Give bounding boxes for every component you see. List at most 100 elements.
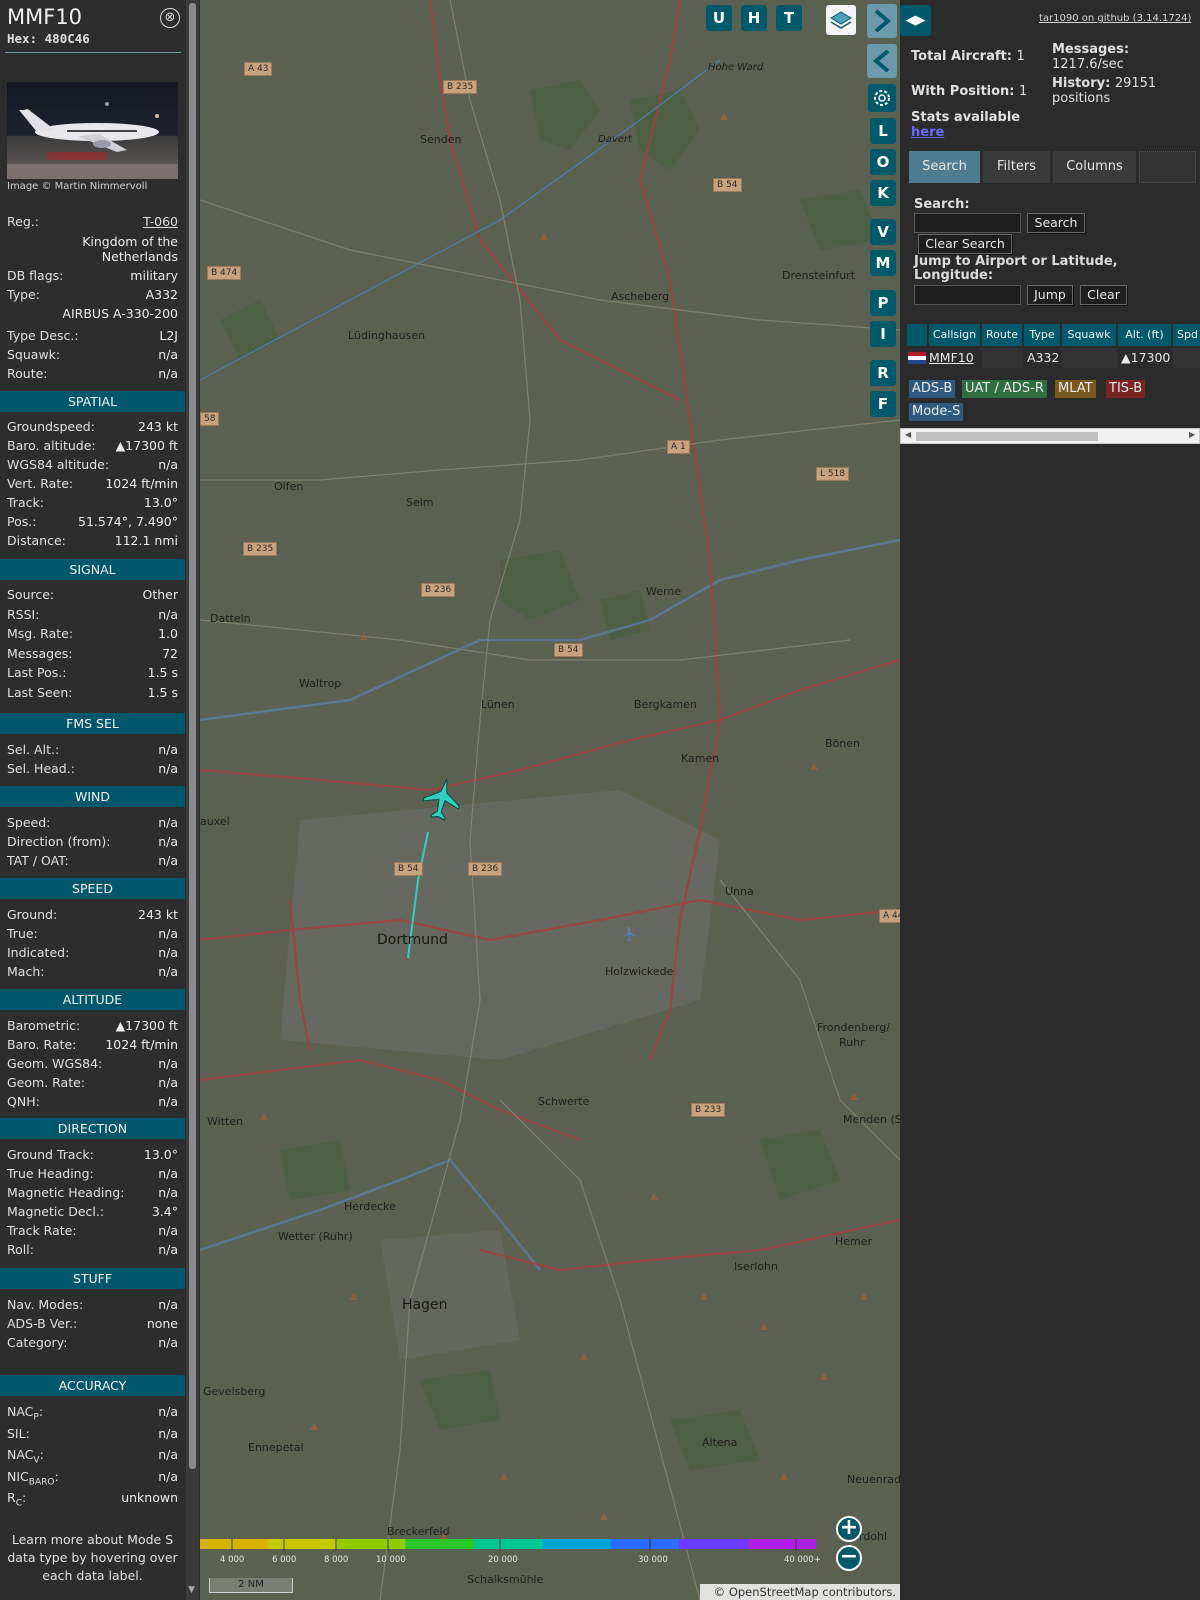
button-i[interactable]: I <box>870 321 896 347</box>
table-horizontal-scrollbar[interactable]: ◀ ▶ <box>900 428 1200 444</box>
clear-jump-button[interactable]: Clear <box>1080 285 1127 305</box>
button-m[interactable]: M <box>870 250 896 276</box>
info-scrollbar-thumb[interactable] <box>189 3 196 1469</box>
stuff-label[interactable]: Category: <box>7 1335 67 1351</box>
collapse-button[interactable] <box>867 44 897 78</box>
scroll-right-icon[interactable]: ▶ <box>1189 430 1195 439</box>
accuracy-label[interactable]: NAC <box>7 1447 33 1462</box>
signal-label[interactable]: Last Seen: <box>7 685 72 701</box>
horizontal-scrollbar-thumb[interactable] <box>916 432 1098 441</box>
spatial-label[interactable]: WGS84 altitude: <box>7 457 109 473</box>
scroll-left-icon[interactable]: ◀ <box>905 430 911 439</box>
table-header-speed[interactable]: Spd <box>1173 324 1200 346</box>
accuracy-label[interactable]: SIL: <box>7 1426 30 1441</box>
search-button[interactable]: Search <box>1027 213 1085 233</box>
close-icon[interactable]: ⊗ <box>160 8 180 28</box>
speed-label[interactable]: True: <box>7 926 38 942</box>
direction-label[interactable]: Magnetic Decl.: <box>7 1204 104 1220</box>
accuracy-label-wrap[interactable]: NACP: <box>7 1404 43 1423</box>
spatial-label[interactable]: Groundspeed: <box>7 419 95 435</box>
jump-input[interactable] <box>914 285 1021 305</box>
info-scrollbar[interactable]: ▼ <box>186 0 199 1600</box>
stats-link[interactable]: here <box>911 125 944 140</box>
accuracy-label[interactable]: R <box>7 1490 16 1505</box>
altitude-label[interactable]: Geom. WGS84: <box>7 1056 102 1072</box>
tab-empty[interactable] <box>1139 151 1196 183</box>
zoom-out-button[interactable]: − <box>836 1545 862 1571</box>
stuff-label[interactable]: Nav. Modes: <box>7 1297 83 1313</box>
speed-label[interactable]: Mach: <box>7 964 44 980</box>
direction-label[interactable]: Track Rate: <box>7 1223 77 1239</box>
button-v[interactable]: V <box>870 219 896 245</box>
button-f[interactable]: F <box>870 391 896 417</box>
speed-label[interactable]: Ground: <box>7 907 57 923</box>
search-input[interactable] <box>914 213 1021 233</box>
scroll-down-arrow-icon[interactable]: ▼ <box>188 1585 195 1595</box>
spatial-label[interactable]: Baro. altitude: <box>7 438 96 454</box>
spatial-label[interactable]: Track: <box>7 495 44 511</box>
fms-label[interactable]: Sel. Head.: <box>7 761 75 777</box>
stuff-label[interactable]: ADS-B Ver.: <box>7 1316 77 1332</box>
direction-label[interactable]: Magnetic Heading: <box>7 1185 124 1201</box>
map-view[interactable]: Hohe Ward Davert Senden Ascheberg Drenst… <box>200 0 900 1600</box>
button-u[interactable]: U <box>706 5 732 31</box>
button-h[interactable]: H <box>741 5 767 31</box>
source-badge[interactable]: MLAT <box>1055 380 1096 398</box>
source-badge[interactable]: UAT / ADS-R <box>962 380 1047 398</box>
altitude-label[interactable]: Geom. Rate: <box>7 1075 85 1091</box>
jump-button[interactable]: Jump <box>1027 285 1073 305</box>
settings-button[interactable] <box>868 84 896 112</box>
wind-label[interactable]: TAT / OAT: <box>7 853 69 869</box>
spatial-label[interactable]: Pos.: <box>7 514 36 530</box>
signal-label[interactable]: Messages: <box>7 646 73 662</box>
tab-columns[interactable]: Columns <box>1053 151 1136 183</box>
table-header-altitude[interactable]: Alt. (ft) <box>1118 324 1172 346</box>
accuracy-label-wrap[interactable]: SIL: <box>7 1426 30 1442</box>
source-badge[interactable]: ADS-B <box>909 380 956 398</box>
tab-search[interactable]: Search <box>909 151 980 183</box>
altitude-label[interactable]: QNH: <box>7 1094 40 1110</box>
speed-label[interactable]: Indicated: <box>7 945 69 961</box>
registration-link[interactable]: T-060 <box>143 214 178 230</box>
accuracy-label[interactable]: NAC <box>7 1404 33 1419</box>
signal-label[interactable]: Msg. Rate: <box>7 626 73 642</box>
table-header-squawk[interactable]: Squawk <box>1062 324 1117 346</box>
altitude-label[interactable]: Barometric: <box>7 1018 80 1034</box>
button-l[interactable]: L <box>870 118 896 144</box>
signal-label[interactable]: RSSI: <box>7 607 39 623</box>
signal-label[interactable]: Source: <box>7 587 54 603</box>
accuracy-label-wrap[interactable]: NICBARO: <box>7 1469 59 1488</box>
accuracy-label[interactable]: NIC <box>7 1469 29 1484</box>
source-badge[interactable]: TIS-B <box>1106 380 1146 398</box>
wind-label[interactable]: Speed: <box>7 815 50 831</box>
direction-label[interactable]: Roll: <box>7 1242 34 1258</box>
button-k[interactable]: K <box>870 180 896 206</box>
wind-label[interactable]: Direction (from): <box>7 834 111 850</box>
table-header-callsign[interactable]: Callsign <box>929 324 981 346</box>
button-r[interactable]: R <box>870 360 896 386</box>
table-header-flag[interactable] <box>907 324 928 346</box>
spatial-label[interactable]: Vert. Rate: <box>7 476 73 492</box>
tab-filters[interactable]: Filters <box>983 151 1050 183</box>
clear-search-button[interactable]: Clear Search <box>918 234 1012 254</box>
altitude-label[interactable]: Baro. Rate: <box>7 1037 76 1053</box>
direction-label[interactable]: True Heading: <box>7 1166 94 1182</box>
version-link[interactable]: tar1090 on github (3.14.1724) <box>1039 13 1191 24</box>
fms-label[interactable]: Sel. Alt.: <box>7 742 59 758</box>
button-p[interactable]: P <box>870 290 896 316</box>
table-header-route[interactable]: Route <box>982 324 1023 346</box>
zoom-in-button[interactable]: + <box>836 1516 862 1542</box>
toggle-sidebar-button[interactable]: ◀▶ <box>900 5 931 36</box>
row-callsign[interactable]: MMF10 <box>929 348 981 368</box>
accuracy-label-wrap[interactable]: NACV: <box>7 1447 44 1466</box>
accuracy-label-wrap[interactable]: RC: <box>7 1490 26 1509</box>
spatial-label[interactable]: Distance: <box>7 533 66 549</box>
signal-label[interactable]: Last Pos.: <box>7 665 66 681</box>
source-badge[interactable]: Mode-S <box>909 403 964 421</box>
layers-button[interactable] <box>826 5 856 35</box>
direction-label[interactable]: Ground Track: <box>7 1147 94 1163</box>
aircraft-photo[interactable] <box>7 82 178 179</box>
table-header-type[interactable]: Type <box>1024 324 1061 346</box>
button-o[interactable]: O <box>870 149 896 175</box>
button-t[interactable]: T <box>776 5 802 31</box>
